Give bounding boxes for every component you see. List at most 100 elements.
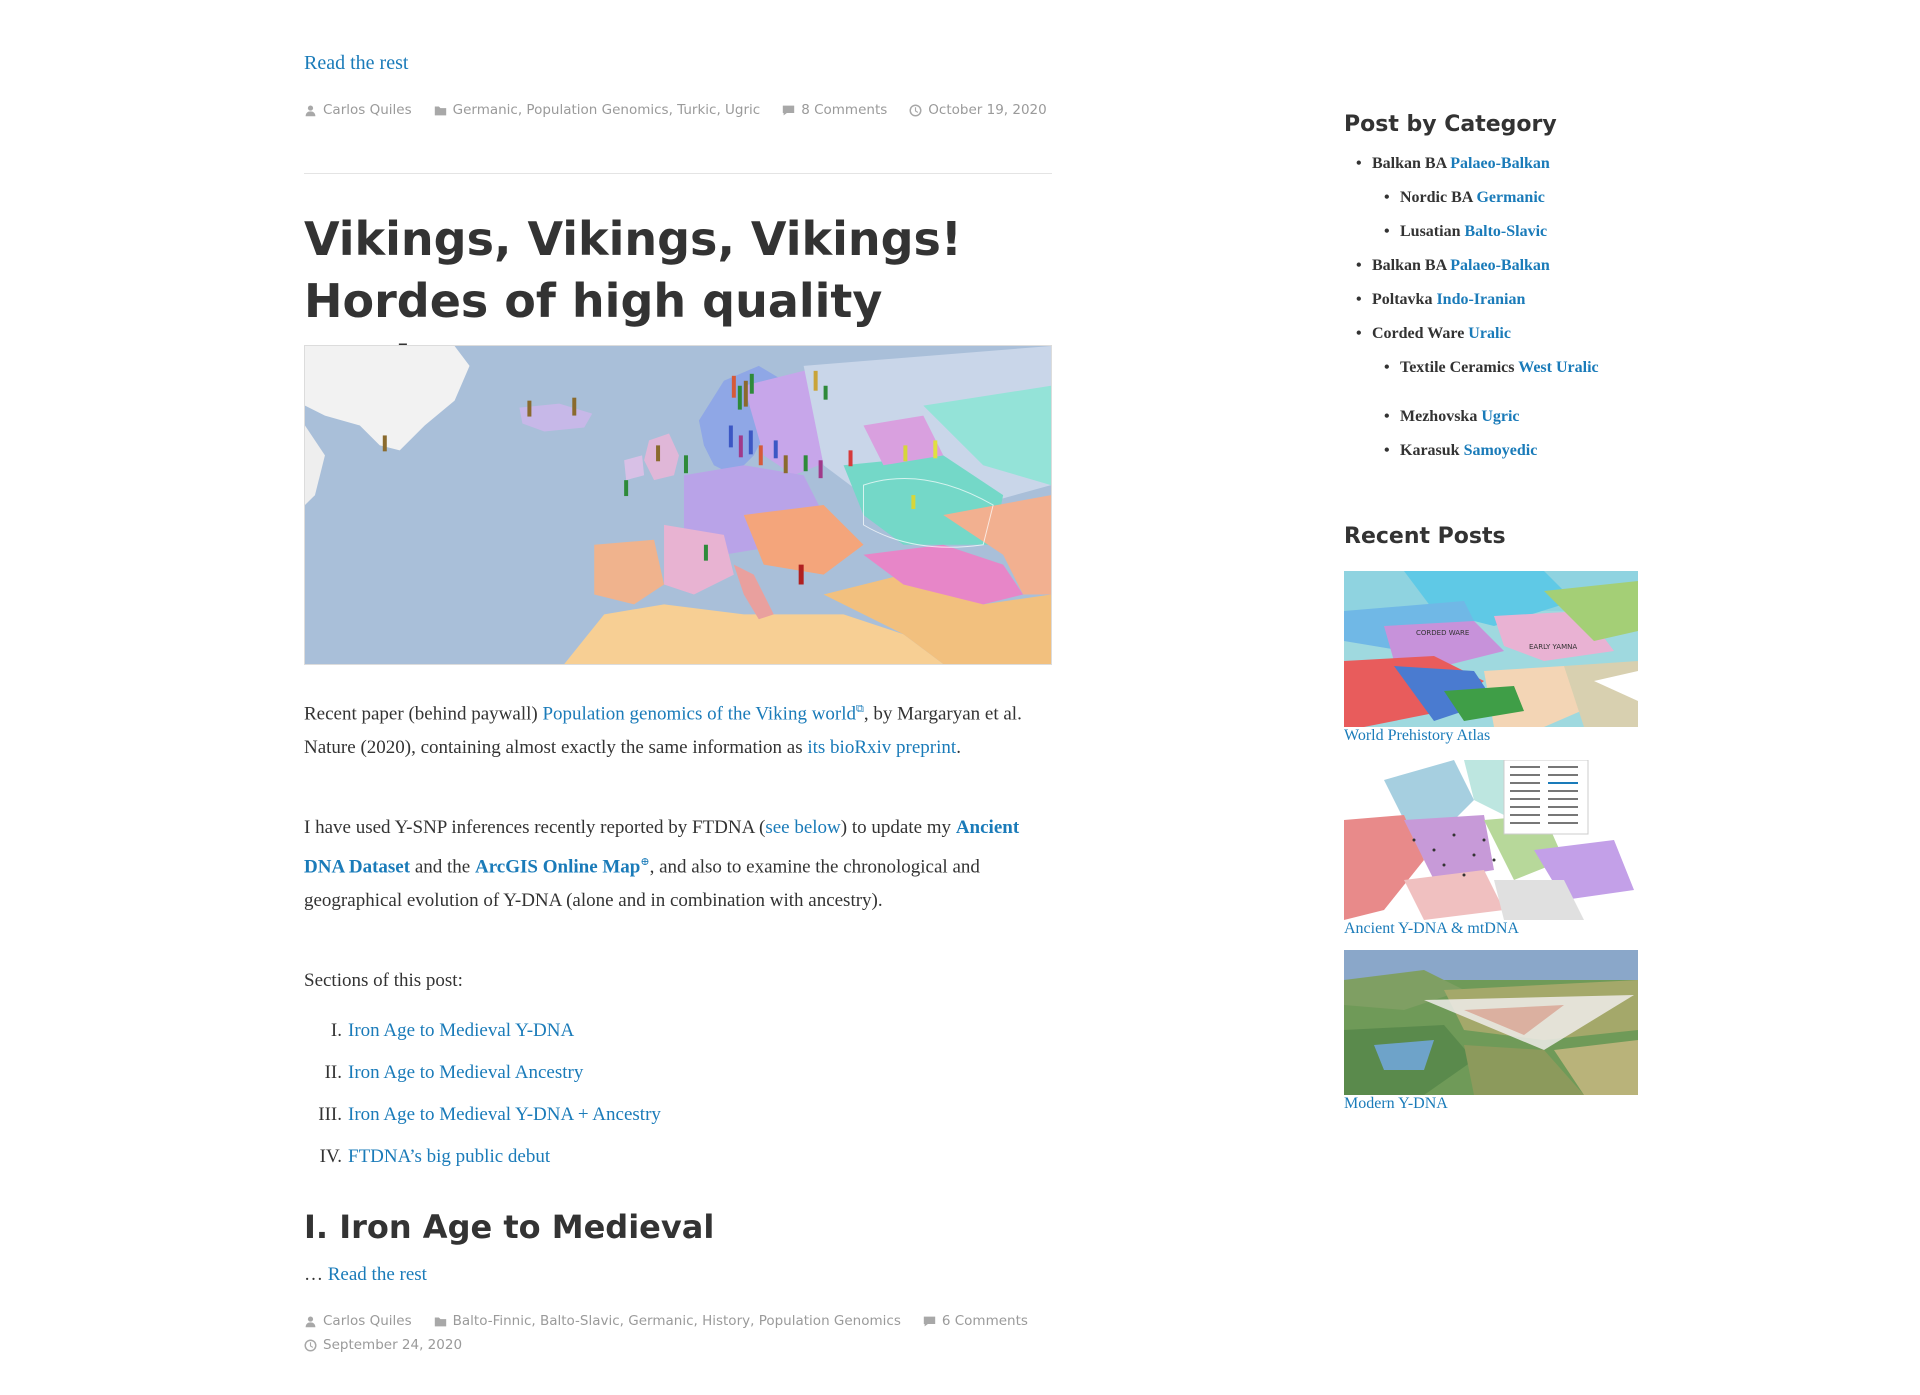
post-categories: Balto-Finnic, Balto-Slavic, Germanic, Hi… (434, 1313, 901, 1329)
category-label: Karasuk (1400, 442, 1460, 459)
toc-item: IV. FTDNA’s big public debut (304, 1140, 661, 1182)
read-more-paragraph: … Read the rest (304, 1258, 427, 1292)
recent-post-thumbnail[interactable]: CORDED WARE EARLY YAMNA (1344, 571, 1638, 727)
ellipsis: … (304, 1264, 328, 1285)
post-comments[interactable]: 8 Comments (782, 102, 887, 118)
post-featured-map[interactable] (304, 345, 1052, 665)
post-date[interactable]: September 24, 2020 (304, 1337, 462, 1353)
post-author[interactable]: Carlos Quiles (304, 1313, 412, 1329)
toc-link-ancestry[interactable]: Iron Age to Medieval Ancestry (348, 1056, 583, 1098)
date-link[interactable]: October 19, 2020 (928, 102, 1046, 118)
author-name[interactable]: Carlos Quiles (323, 1313, 412, 1329)
category-link[interactable]: Uralic (1468, 325, 1511, 342)
category-label: Nordic BA (1400, 189, 1473, 206)
toc-number: III. (318, 1104, 342, 1125)
post-paragraph-3: Sections of this post: (304, 970, 463, 991)
person-icon (305, 1315, 316, 1327)
category-item: Balkan BA Palaeo-Balkan (1356, 256, 1612, 275)
category-label: Balkan BA (1372, 257, 1447, 274)
toc-item: I. Iron Age to Medieval Y-DNA (304, 1014, 661, 1056)
toc-number: I. (330, 1020, 342, 1041)
category-link[interactable]: Palaeo-Balkan (1450, 155, 1550, 172)
category-item: Lusatian Balto-Slavic (1384, 222, 1610, 241)
text-span: ) to update my (840, 817, 956, 838)
category-widget-title: Post by Category (1344, 112, 1557, 137)
toc-item: II. Iron Age to Medieval Ancestry (304, 1056, 661, 1098)
category-item: Corded Ware Uralic (1356, 324, 1612, 343)
post-divider (304, 173, 1052, 174)
category-label: Balkan BA (1372, 155, 1447, 172)
category-list: Balkan BA Palaeo-Balkan Nordic BA German… (1344, 154, 1599, 460)
category-link[interactable]: Ugric (1481, 408, 1519, 425)
post-paragraph-2: I have used Y-SNP inferences recently re… (304, 811, 1052, 918)
category-link[interactable]: Palaeo-Balkan (1450, 257, 1550, 274)
clock-icon (304, 1338, 317, 1352)
text-span: . (956, 737, 961, 759)
toc-link-y-dna-ancestry[interactable]: Iron Age to Medieval Y-DNA + Ancestry (348, 1098, 661, 1140)
post-paragraph-1: Recent paper (behind paywall) Population… (304, 692, 1052, 765)
post-date[interactable]: October 19, 2020 (909, 102, 1047, 118)
recent-post-world-prehistory-atlas[interactable]: CORDED WARE EARLY YAMNA World Prehistory… (1344, 571, 1638, 745)
text-span: Recent paper (behind paywall) (304, 703, 543, 725)
map-label: EARLY YAMNA (1529, 643, 1577, 651)
recent-post-modern-y-dna[interactable]: Modern Y-DNA (1344, 950, 1638, 1113)
post-read-more-link[interactable]: Read the rest (328, 1264, 427, 1285)
category-label: Lusatian (1400, 223, 1461, 240)
table-of-contents: I. Iron Age to Medieval Y-DNA II. Iron Age… (304, 1014, 661, 1182)
category-links[interactable]: Germanic, Population Genomics, Turkic, U… (453, 102, 761, 118)
category-item: Balkan BA Palaeo-Balkan (1356, 154, 1612, 173)
person-icon (305, 104, 316, 116)
section-heading: I. Iron Age to Medieval (304, 1208, 715, 1246)
prev-post-read-more-link[interactable]: Read the rest (304, 52, 408, 75)
toc-link-y-dna[interactable]: Iron Age to Medieval Y-DNA (348, 1014, 574, 1056)
toc-link-ftdna-debut[interactable]: FTDNA’s big public debut (348, 1140, 550, 1182)
recent-post-caption[interactable]: Modern Y-DNA (1344, 1095, 1638, 1113)
see-below-link[interactable]: see below (765, 817, 840, 838)
toc-item: III. Iron Age to Medieval Y-DNA + Ancestr… (304, 1098, 661, 1140)
comments-link[interactable]: 6 Comments (942, 1313, 1028, 1329)
comment-bubble-icon (783, 105, 795, 115)
prev-post-meta: Carlos Quiles Germanic, Population Genom… (304, 102, 1047, 118)
clock-icon (909, 103, 922, 117)
category-link[interactable]: Samoyedic (1464, 442, 1538, 459)
recent-post-caption[interactable]: World Prehistory Atlas (1344, 727, 1638, 745)
recent-post-ancient-y-dna[interactable]: Ancient Y-DNA & mtDNA (1344, 760, 1638, 938)
recent-posts-title: Recent Posts (1344, 524, 1506, 549)
arcgis-map-link[interactable]: ArcGIS Online Map (475, 856, 640, 877)
category-label: Textile Ceramics (1400, 359, 1515, 376)
recent-post-caption[interactable]: Ancient Y-DNA & mtDNA (1344, 920, 1638, 938)
category-links[interactable]: Balto-Finnic, Balto-Slavic, Germanic, Hi… (453, 1313, 901, 1329)
external-link-icon: ⧉ (856, 703, 864, 715)
post-meta: Carlos Quiles Balto-Finnic, Balto-Slavic… (304, 1313, 1028, 1329)
post-author[interactable]: Carlos Quiles (304, 102, 412, 118)
category-label: Corded Ware (1372, 325, 1465, 342)
recent-post-thumbnail[interactable] (1344, 760, 1638, 920)
recent-post-thumbnail[interactable] (1344, 950, 1638, 1095)
toc-number: IV. (319, 1146, 342, 1167)
category-label: Mezhovska (1400, 408, 1478, 425)
comment-bubble-icon (923, 1316, 936, 1326)
post-categories: Germanic, Population Genomics, Turkic, U… (434, 102, 761, 118)
category-link[interactable]: Indo-Iranian (1436, 291, 1525, 308)
folder-icon (434, 105, 446, 115)
category-label: Poltavka (1372, 291, 1433, 308)
category-item: Mezhovska Ugric (1384, 407, 1610, 426)
category-item: Textile Ceramics West Uralic (1384, 358, 1600, 377)
text-span: and the (410, 856, 475, 878)
category-link[interactable]: Germanic (1476, 189, 1544, 206)
category-item: Poltavka Indo-Iranian (1356, 290, 1612, 309)
author-name[interactable]: Carlos Quiles (323, 102, 412, 118)
comments-link[interactable]: 8 Comments (801, 102, 887, 118)
category-item: Karasuk Samoyedic (1384, 441, 1610, 460)
toc-number: II. (324, 1062, 342, 1083)
viking-paper-link[interactable]: Population genomics of the Viking world (542, 703, 856, 724)
text-span: I have used Y-SNP inferences recently re… (304, 817, 766, 838)
category-item: Nordic BA Germanic (1384, 188, 1610, 207)
category-link[interactable]: West Uralic (1518, 359, 1598, 376)
globe-icon: ⊕ (640, 856, 650, 868)
post-date-row: September 24, 2020 (304, 1337, 462, 1353)
post-comments[interactable]: 6 Comments (923, 1313, 1028, 1329)
category-link[interactable]: Balto-Slavic (1464, 223, 1547, 240)
date-link[interactable]: September 24, 2020 (323, 1337, 462, 1353)
biorxiv-preprint-link[interactable]: its bioRxiv preprint (807, 737, 956, 758)
